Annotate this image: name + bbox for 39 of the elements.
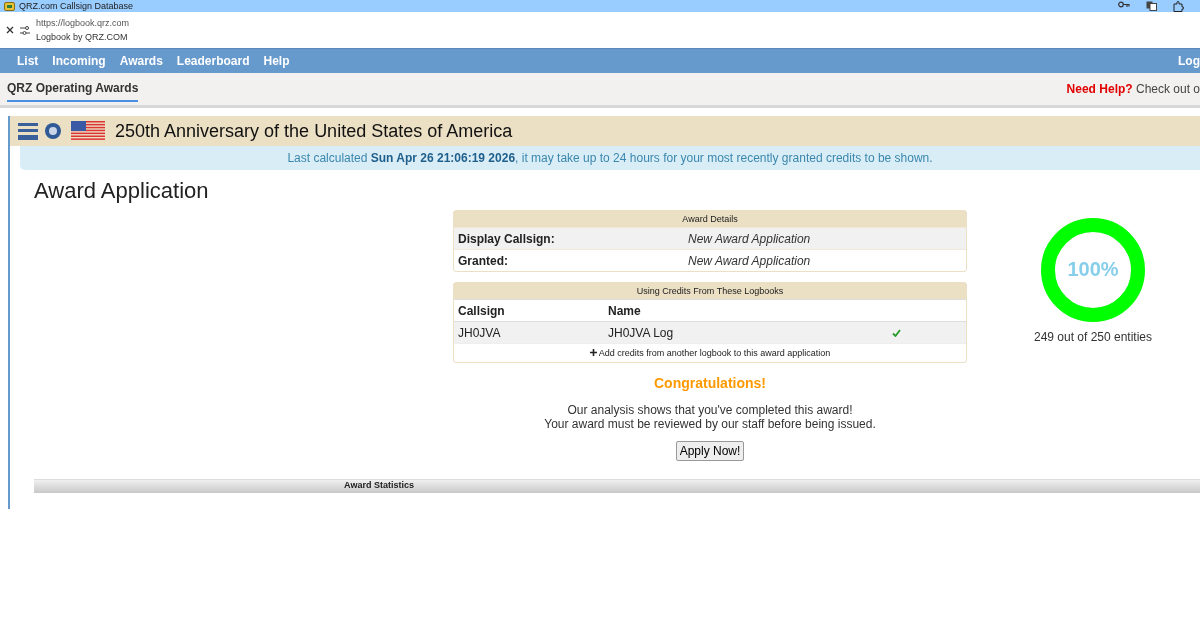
page-title: Logbook by QRZ.COM [36, 32, 129, 42]
table-cell-text: JH0JVA [458, 325, 502, 340]
congratulations-text: Congratulations! [654, 375, 766, 391]
table-header: Using Credits From These Logbooks [454, 283, 966, 299]
progress-caption: 249 out of 250 entities [1033, 330, 1153, 344]
nav-link[interactable]: Log [1178, 54, 1200, 68]
help-text: Need Help? Check out o [1066, 82, 1200, 96]
result-message: Our analysis shows that you've completed this award! Your award must be reviewed by our staff before being issued. [544, 403, 876, 431]
column-header: Name [608, 303, 642, 318]
add-credits-link[interactable]: Add credits from another logbook to this award application [589, 348, 831, 358]
url-text[interactable]: https://logbook.qrz.com [36, 18, 130, 28]
nav-link[interactable]: Leaderboard [176, 54, 250, 68]
site-icon [4, 1, 15, 11]
page-heading: Award Application [34, 178, 209, 204]
field-value: New Award Application [688, 253, 812, 268]
puzzle-icon[interactable] [1173, 0, 1184, 12]
field-label: Display Callsign: [458, 231, 556, 246]
table-cell-text: JH0JVA Log [608, 325, 675, 340]
nav-link[interactable]: Awards [119, 54, 163, 68]
plus-icon [589, 349, 597, 356]
apply-button[interactable]: Apply Now! [675, 441, 745, 461]
page-tab[interactable]: QRZ Operating Awards [7, 74, 139, 102]
flag-icon [71, 121, 105, 141]
nav-link[interactable]: Help [263, 54, 290, 68]
field-value: New Award Application [688, 231, 812, 246]
nav-link[interactable]: List [17, 54, 39, 68]
notice-bar: Last calculated Sun Apr 26 21:06:19 2026, it may take up to 24 hours for your most recently granted credits to be shown. [20, 146, 1200, 170]
field-label: Granted: [458, 253, 509, 268]
table-header: Award Details [454, 211, 966, 227]
key-icon[interactable] [1118, 0, 1130, 8]
close-icon[interactable] [6, 26, 14, 34]
award-title: 250th Anniversary of the United States of America [115, 120, 513, 142]
percent-text: 100% [1066, 258, 1120, 281]
nav-link[interactable]: Incoming [52, 54, 106, 68]
translate-icon[interactable] [1146, 0, 1157, 11]
column-header: Callsign [458, 303, 506, 318]
section-title: Award Statistics [343, 480, 415, 492]
browser-title: QRZ.com Callsign Database [19, 1, 134, 11]
site-settings-icon[interactable] [20, 25, 30, 35]
